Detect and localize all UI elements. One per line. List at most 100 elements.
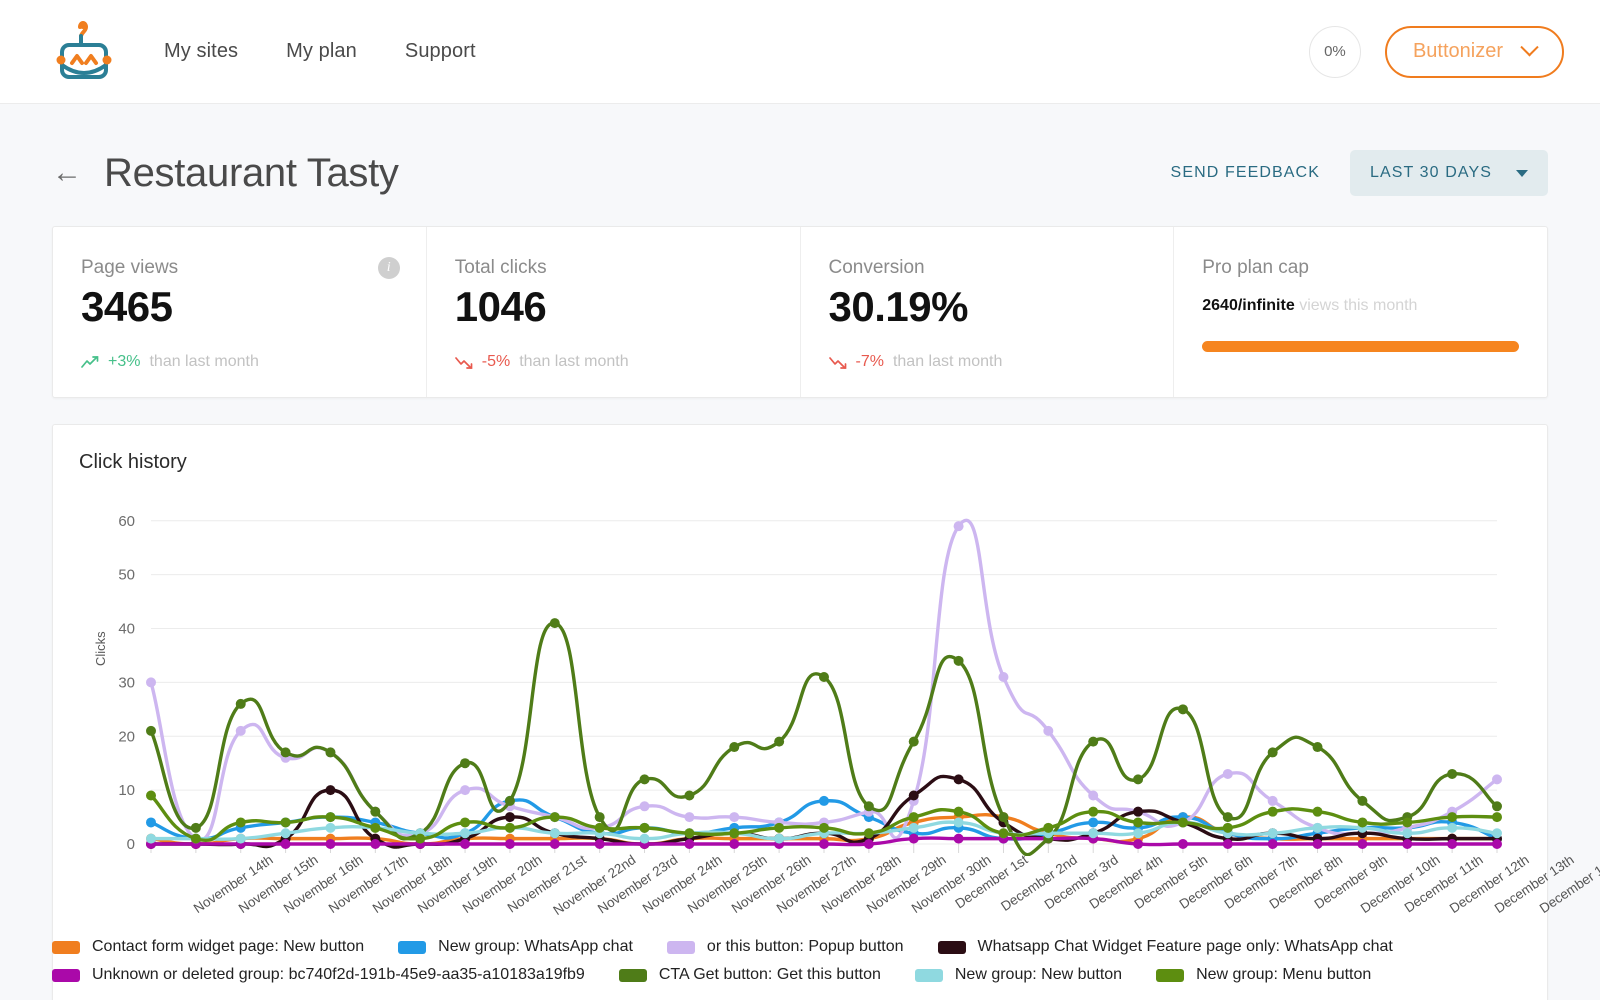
account-menu-button[interactable]: Buttonizer [1384,25,1564,78]
chart-data-point[interactable] [1088,790,1099,801]
chart-data-point[interactable] [370,822,381,833]
chart-data-point[interactable] [280,817,291,828]
chart-data-point[interactable] [639,774,650,785]
chart-data-point[interactable] [146,833,156,844]
chart-data-point[interactable] [953,655,964,666]
chart-data-point[interactable] [280,828,291,839]
legend-item[interactable]: New group: Menu button [1156,966,1371,984]
chart-data-point[interactable] [280,747,291,758]
chart-data-point[interactable] [1133,828,1144,839]
chart-data-point[interactable] [998,812,1009,823]
chart-data-point[interactable] [325,822,336,833]
chart-data-point[interactable] [908,812,919,823]
chart-data-point[interactable] [325,785,336,796]
chart-data-point[interactable] [819,822,829,833]
chart-data-point[interactable] [1492,812,1502,823]
chart-data-point[interactable] [774,833,785,844]
chart-data-point[interactable] [235,698,246,709]
chart-data-point[interactable] [1492,774,1502,785]
chart-data-point[interactable] [370,806,381,817]
chart-data-point[interactable] [908,822,919,833]
chart-data-point[interactable] [1177,704,1188,715]
chart-data-point[interactable] [684,828,695,839]
chart-data-point[interactable] [325,747,336,758]
chart-data-point[interactable] [1357,795,1368,806]
chart-data-point[interactable] [908,736,919,747]
chart-data-point[interactable] [819,672,829,682]
chart-data-point[interactable] [908,833,919,844]
progress-percent-badge[interactable]: 0% [1308,25,1361,78]
chart-data-point[interactable] [504,812,515,823]
chart-data-point[interactable] [1088,828,1099,839]
chart-data-point[interactable] [1312,806,1323,817]
chart-data-point[interactable] [504,795,515,806]
chart-data-point[interactable] [460,758,471,769]
chart-data-point[interactable] [774,822,785,833]
chart-data-point[interactable] [1447,768,1458,779]
legend-item[interactable]: New group: WhatsApp chat [398,938,633,956]
chart-data-point[interactable] [639,801,650,812]
legend-item[interactable]: CTA Get button: Get this button [618,966,881,984]
chart-data-point[interactable] [819,795,829,806]
chart-data-point[interactable] [729,812,740,823]
chart-data-point[interactable] [1312,742,1323,753]
chart-data-point[interactable] [549,812,560,823]
legend-item[interactable]: Whatsapp Chat Widget Feature page only: … [937,938,1393,956]
chart-data-point[interactable] [235,833,246,844]
chart-data-point[interactable] [549,828,560,839]
chart-data-point[interactable] [1447,822,1458,833]
chart-data-point[interactable] [190,822,201,833]
chart-data-point[interactable] [1222,768,1233,779]
legend-item[interactable]: Unknown or deleted group: bc740f2d-191b-… [52,966,585,984]
chart-data-point[interactable] [1088,806,1099,817]
chart-data-point[interactable] [235,817,246,828]
chart-data-point[interactable] [684,790,695,801]
buttonizer-robot-logo[interactable] [52,19,116,85]
chart-data-point[interactable] [460,828,471,839]
chart-data-point[interactable] [1267,828,1278,839]
chart-data-point[interactable] [146,817,156,828]
chart-data-point[interactable] [729,828,740,839]
chart-data-point[interactable] [774,736,785,747]
chart-data-point[interactable] [1492,801,1502,812]
chart-data-point[interactable] [504,822,515,833]
chart-data-point[interactable] [325,812,336,823]
chart-data-point[interactable] [1088,736,1099,747]
chart-data-point[interactable] [1133,774,1144,785]
chart-data-point[interactable] [1222,822,1233,833]
chart-data-point[interactable] [146,677,156,688]
chart-data-point[interactable] [1267,747,1278,758]
chart-data-point[interactable] [1222,812,1233,823]
chart-data-point[interactable] [549,618,560,629]
legend-item[interactable]: New group: New button [914,966,1122,984]
chart-data-point[interactable] [235,725,246,736]
nav-item-my-sites[interactable]: My sites [164,40,238,63]
chart-data-point[interactable] [863,828,874,839]
chart-data-point[interactable] [146,725,156,736]
chart-data-point[interactable] [1312,822,1323,833]
chart-data-point[interactable] [190,833,201,844]
chart-data-point[interactable] [729,742,740,753]
chart-data-point[interactable] [415,833,426,844]
nav-item-my-plan[interactable]: My plan [286,40,357,63]
chart-data-point[interactable] [1043,822,1054,833]
chart-data-point[interactable] [953,817,964,828]
chart-data-point[interactable] [1267,795,1278,806]
chart-data-point[interactable] [1492,828,1502,839]
chart-data-point[interactable] [908,790,919,801]
chart-data-point[interactable] [953,774,964,785]
back-arrow-icon[interactable]: ← [52,158,82,188]
chart-data-point[interactable] [1402,817,1413,828]
chart-data-point[interactable] [639,822,650,833]
chart-data-point[interactable] [1043,725,1054,736]
chart-data-point[interactable] [953,521,964,532]
chart-data-point[interactable] [146,790,156,801]
chart-data-point[interactable] [639,833,650,844]
chart-data-point[interactable] [998,828,1009,839]
chart-data-point[interactable] [863,801,874,812]
chart-data-point[interactable] [953,833,964,844]
chart-data-point[interactable] [594,822,605,833]
legend-item[interactable]: or this button: Popup button [666,938,904,956]
chart-data-point[interactable] [594,812,605,823]
send-feedback-button[interactable]: SEND FEEDBACK [1171,164,1320,182]
